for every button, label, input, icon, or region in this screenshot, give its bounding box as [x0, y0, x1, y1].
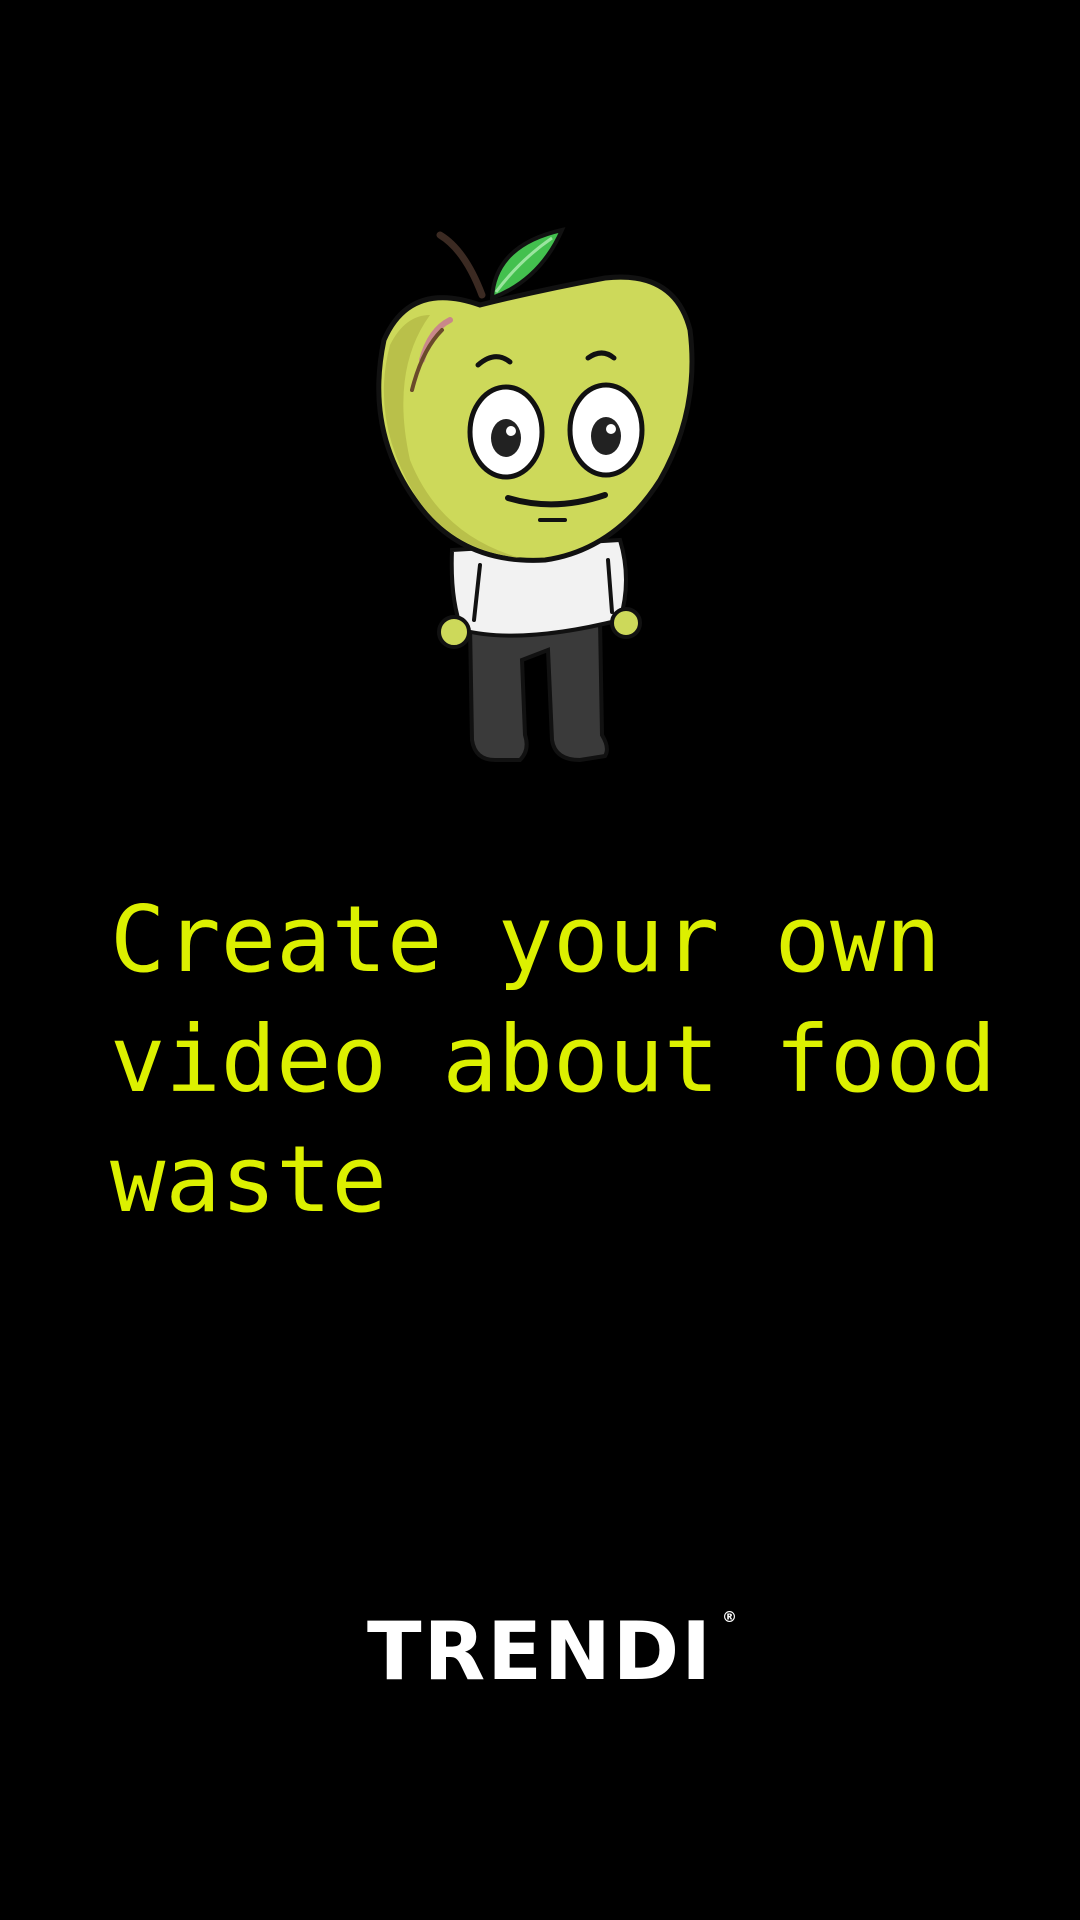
brand-logo: TRENDI ® — [0, 1610, 1080, 1692]
headline: Create your own video about food waste — [110, 886, 997, 1233]
apple-mascot-icon — [376, 227, 695, 763]
registered-mark: ® — [721, 1608, 739, 1626]
brand-wordmark: TRENDI ® — [367, 1610, 737, 1692]
brand-name: TRENDI — [367, 1605, 713, 1698]
